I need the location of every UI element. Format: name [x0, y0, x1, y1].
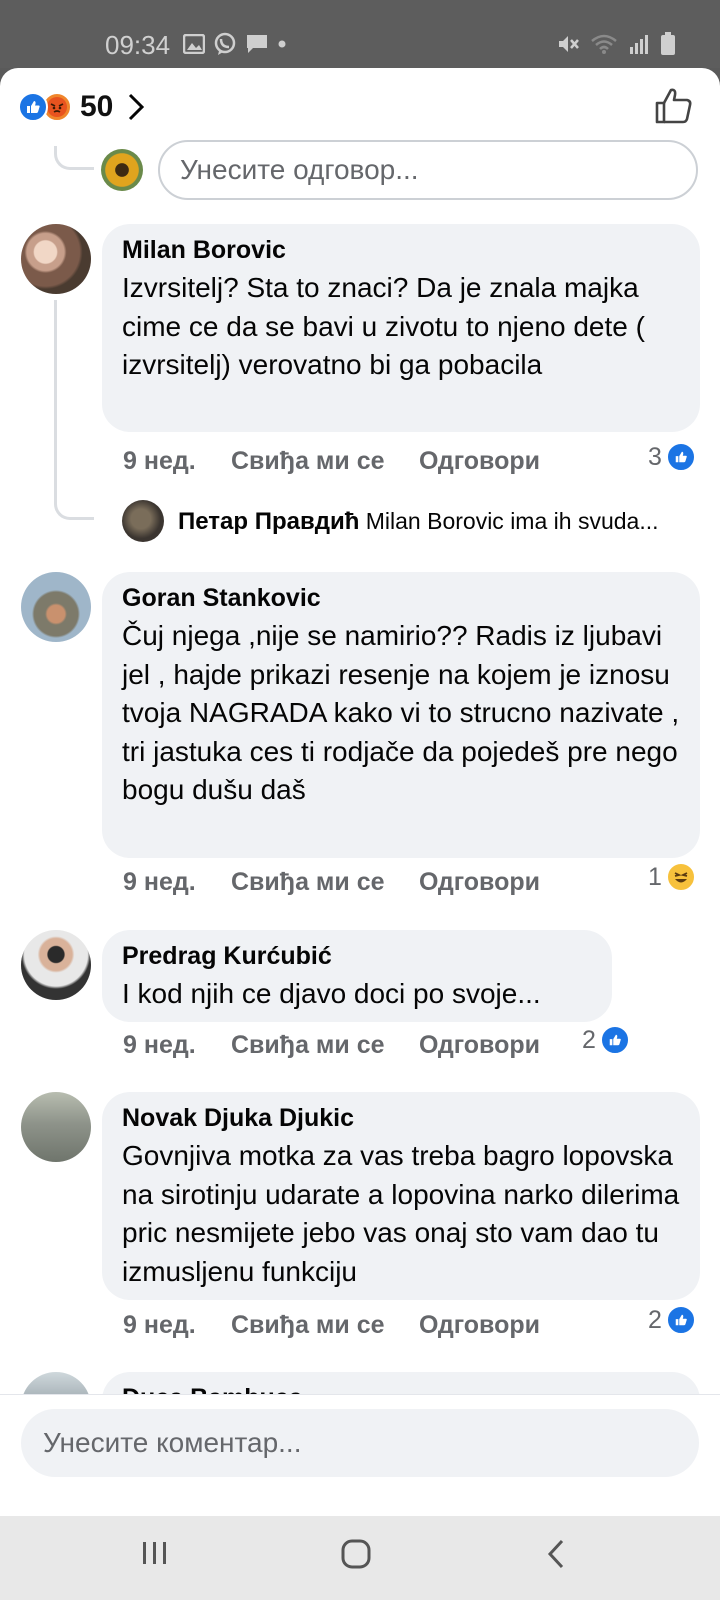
- comment-input-placeholder: Унесите коментар...: [43, 1427, 302, 1458]
- comment-time: 9 нед.: [123, 1031, 196, 1059]
- like-reaction-icon: [665, 1305, 696, 1335]
- comment-time: 9 нед.: [123, 868, 196, 896]
- mute-icon: [559, 36, 579, 52]
- status-right-icons: [556, 32, 676, 56]
- comment-reactions[interactable]: 2: [582, 1025, 630, 1055]
- avatar[interactable]: [21, 572, 91, 642]
- reply-input-placeholder: Унесите одговор...: [180, 154, 419, 185]
- reply-row: Унесите одговор...: [0, 140, 720, 206]
- comment-bubble: Novak Djuka Djukic Govnjiva motka za vas…: [102, 1092, 700, 1300]
- comment-time: 9 нед.: [123, 1311, 196, 1339]
- comment-actions: 9 нед. Свиђа ми се Одговори: [123, 868, 540, 897]
- comment-actions: 9 нед. Свиђа ми се Одговори: [123, 1031, 540, 1060]
- reaction-count: 3: [648, 442, 662, 471]
- back-icon[interactable]: [544, 1538, 568, 1570]
- comment-time: 9 нед.: [123, 447, 196, 475]
- like-reaction-icon: [665, 442, 696, 472]
- comment-bubble: Predrag Kurćubić I kod njih ce djavo doc…: [102, 930, 612, 1022]
- comment-author[interactable]: Predrag Kurćubić: [122, 942, 592, 971]
- sub-reply-preview-text: Milan Borovic ima ih svuda...: [365, 508, 659, 534]
- reply-button[interactable]: Одговори: [419, 1031, 540, 1060]
- avatar[interactable]: [21, 930, 91, 1000]
- comment-text: Izvrsitelj? Sta to znaci? Da je znala ma…: [122, 272, 645, 381]
- avatar: [122, 500, 164, 542]
- avatar[interactable]: [21, 224, 91, 294]
- comment-reactions[interactable]: 1: [648, 862, 696, 892]
- like-button[interactable]: Свиђа ми се: [231, 1311, 419, 1340]
- comment-author[interactable]: Novak Djuka Djukic: [122, 1104, 680, 1133]
- reaction-summary[interactable]: 50: [18, 90, 145, 124]
- status-time: 09:34: [105, 30, 171, 60]
- thread-line: [54, 300, 57, 500]
- reaction-count: 2: [648, 1305, 662, 1334]
- comment-reactions[interactable]: 3: [648, 442, 696, 472]
- like-button[interactable]: Свиђа ми се: [231, 1031, 419, 1060]
- status-bar: 09:34: [0, 0, 720, 68]
- thread-connector: [54, 498, 94, 520]
- image-icon: [183, 34, 205, 54]
- like-reaction-icon: [18, 92, 48, 122]
- status-left-icons: [183, 32, 287, 56]
- thread-connector: [54, 146, 94, 170]
- reactions-header: 50: [0, 68, 720, 148]
- reply-input[interactable]: Унесите одговор...: [158, 140, 698, 200]
- thumbs-up-outline-icon[interactable]: [654, 86, 694, 126]
- comment-input[interactable]: Унесите коментар...: [21, 1409, 699, 1477]
- home-icon[interactable]: [340, 1538, 372, 1570]
- avatar[interactable]: [21, 1092, 91, 1162]
- sub-reply-text: Петар Правдић Milan Borovic ima ih svuda…: [178, 508, 698, 536]
- wifi-icon: [591, 34, 617, 54]
- comment-actions: 9 нед. Свиђа ми се Одговори: [123, 447, 540, 476]
- signal-icon: [630, 35, 648, 54]
- comment-text: Čuj njega ,nije se namirio?? Radis iz lj…: [122, 620, 680, 806]
- reply-button[interactable]: Одговори: [419, 1311, 540, 1340]
- comment-composer: Унесите коментар...: [0, 1394, 720, 1516]
- dot-icon: [278, 40, 286, 48]
- reaction-count: 50: [80, 90, 114, 123]
- battery-icon: [661, 32, 675, 55]
- reply-button[interactable]: Одговори: [419, 447, 540, 476]
- system-nav-bar: [0, 1516, 720, 1600]
- recent-apps-icon[interactable]: [140, 1538, 170, 1568]
- reaction-count: 2: [582, 1025, 596, 1054]
- comment-text: Govnjiva motka za vas treba bagro lopovs…: [122, 1140, 680, 1287]
- reaction-count: 1: [648, 862, 662, 891]
- comment-reactions[interactable]: 2: [648, 1305, 696, 1335]
- comment-actions: 9 нед. Свиђа ми се Одговори: [123, 1311, 540, 1340]
- comments-sheet: 50 Унесите одговор... Milan Borovic Izvr…: [0, 68, 720, 1516]
- comment-bubble: Milan Borovic Izvrsitelj? Sta to znaci? …: [102, 224, 700, 432]
- chevron-right-icon: [129, 93, 145, 121]
- viber-icon: [214, 32, 236, 55]
- comment-text: I kod njih ce djavo doci po svoje...: [122, 978, 541, 1009]
- like-button[interactable]: Свиђа ми се: [231, 447, 419, 476]
- reply-button[interactable]: Одговори: [419, 868, 540, 897]
- message-icon: [247, 35, 267, 53]
- haha-reaction-icon: [665, 862, 696, 892]
- avatar: [101, 149, 143, 191]
- like-button[interactable]: Свиђа ми се: [231, 868, 419, 897]
- sub-reply-author[interactable]: Петар Правдић: [178, 508, 359, 535]
- sub-reply-preview[interactable]: Петар Правдић Milan Borovic ima ih svuda…: [0, 498, 720, 548]
- comment-bubble: Goran Stankovic Čuj njega ,nije se namir…: [102, 572, 700, 858]
- comment-author[interactable]: Goran Stankovic: [122, 584, 680, 613]
- like-reaction-icon: [599, 1025, 630, 1055]
- comment-author[interactable]: Milan Borovic: [122, 236, 680, 265]
